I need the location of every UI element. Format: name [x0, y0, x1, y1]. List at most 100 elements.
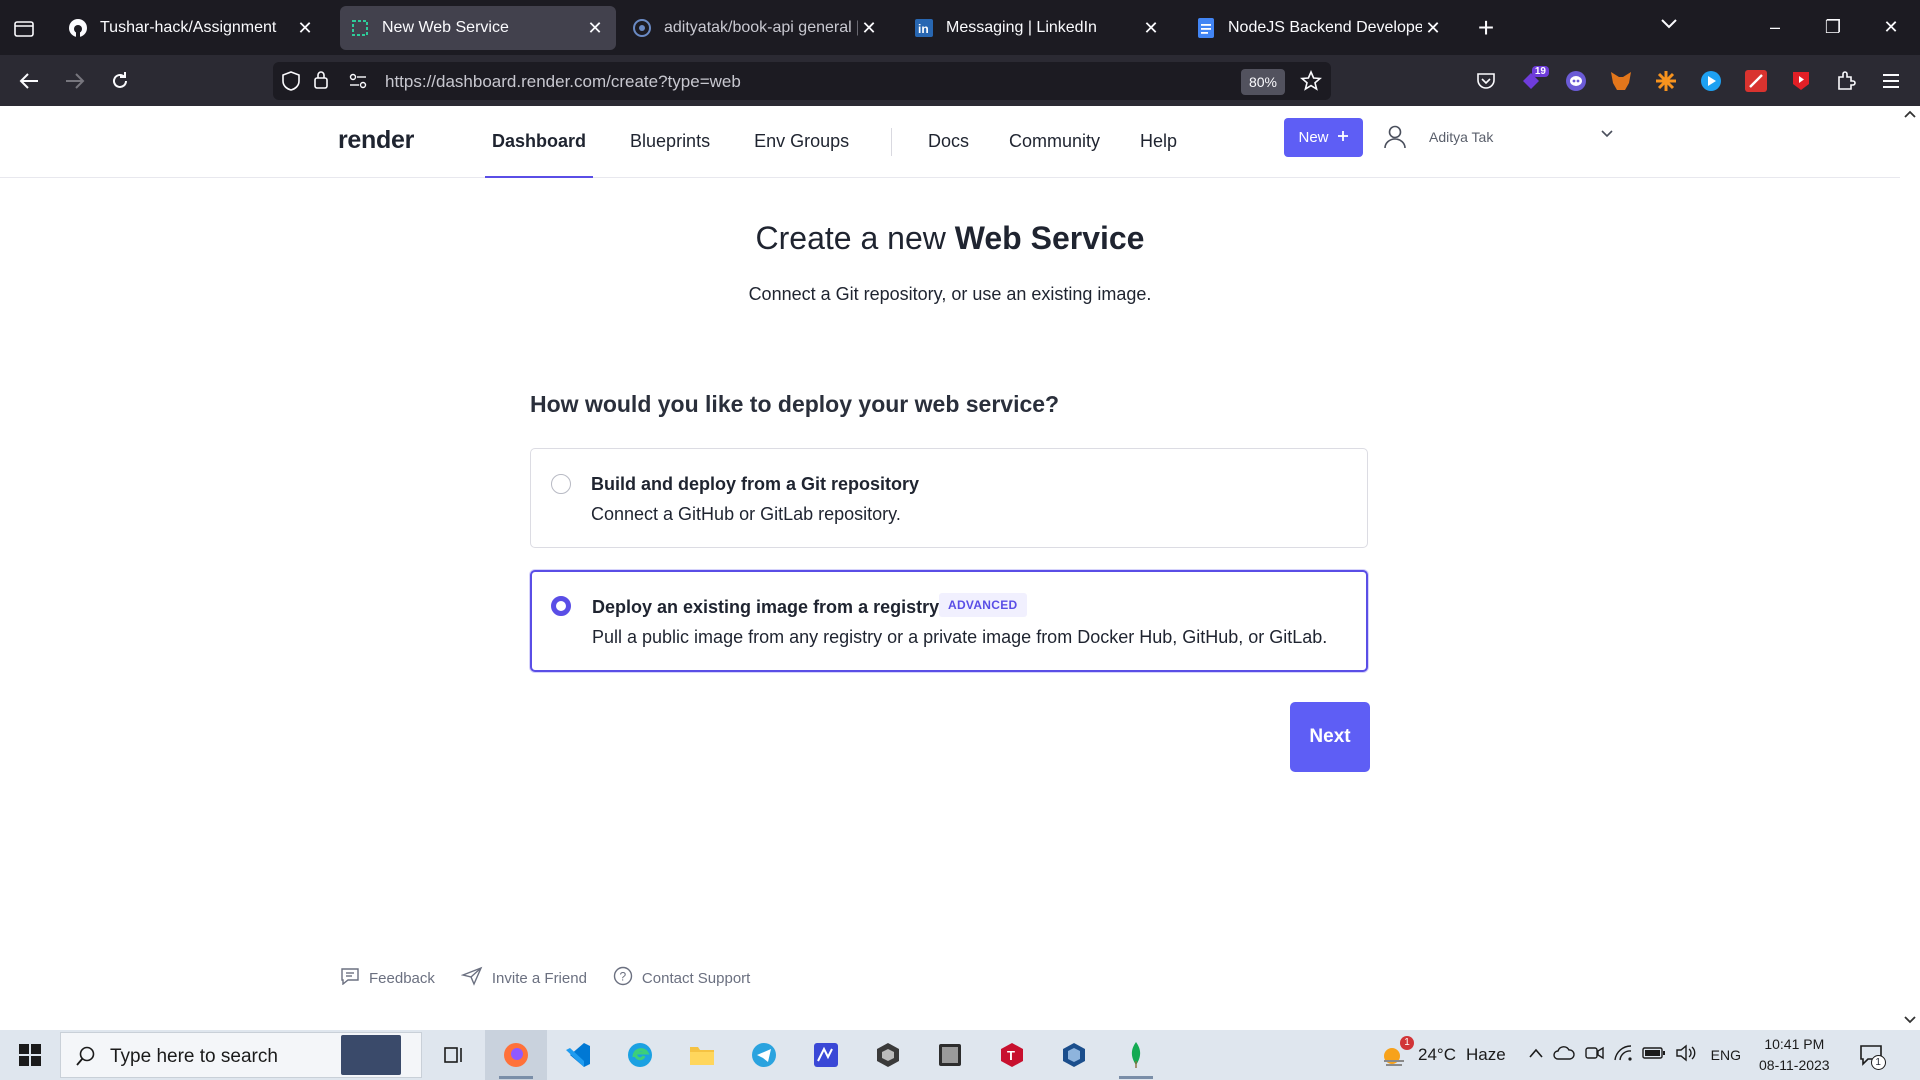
- bookmark-star-icon[interactable]: [1300, 69, 1322, 97]
- nav-dashboard[interactable]: Dashboard: [485, 106, 594, 178]
- user-menu[interactable]: Aditya Tak: [1382, 120, 1622, 156]
- close-icon[interactable]: ✕: [584, 17, 606, 39]
- page-title: Create a new Web Service: [0, 220, 1900, 257]
- terminal-app-icon[interactable]: [919, 1030, 981, 1080]
- restore-icon[interactable]: ❐: [1804, 0, 1862, 55]
- reload-icon[interactable]: [103, 64, 137, 98]
- invite-label: Invite a Friend: [491, 969, 587, 987]
- window-close-icon[interactable]: ✕: [1862, 0, 1920, 55]
- close-icon[interactable]: ✕: [858, 17, 880, 39]
- chevron-down-icon: [1600, 126, 1614, 145]
- wifi-icon[interactable]: [1613, 1044, 1633, 1067]
- meet-now-icon[interactable]: [1584, 1044, 1604, 1067]
- weather-alert-badge: 1: [1400, 1036, 1414, 1050]
- taskbar-clock[interactable]: 10:41 PM 08-11-2023: [1759, 1034, 1830, 1076]
- math-app-icon[interactable]: [795, 1030, 857, 1080]
- contact-support-link[interactable]: ? Contact Support: [613, 966, 750, 990]
- telegram-icon[interactable]: [733, 1030, 795, 1080]
- shield-icon[interactable]: [281, 70, 301, 97]
- extension-toolbar: 19: [1468, 64, 1909, 98]
- weather-widget[interactable]: 1 24°C Haze: [1380, 1036, 1506, 1068]
- zoom-level-badge[interactable]: 80%: [1241, 69, 1285, 95]
- next-button[interactable]: Next: [1290, 702, 1370, 772]
- url-text[interactable]: https://dashboard.render.com/create?type…: [385, 72, 741, 92]
- pen-extension-icon[interactable]: [1738, 64, 1774, 98]
- edge-icon[interactable]: [609, 1030, 671, 1080]
- page-subtitle: Connect a Git repository, or use an exis…: [748, 284, 1152, 304]
- svg-text:T: T: [1007, 1048, 1015, 1063]
- menu-hamburger-icon[interactable]: [1873, 64, 1909, 98]
- window-controls: – ❐ ✕: [1746, 0, 1920, 55]
- mongodb-icon[interactable]: [1105, 1030, 1167, 1080]
- red-t-app-icon[interactable]: T: [981, 1030, 1043, 1080]
- ghost-extension-icon[interactable]: [1558, 64, 1594, 98]
- onedrive-cloud-icon[interactable]: [1552, 1045, 1575, 1066]
- task-view-icon[interactable]: [423, 1030, 485, 1080]
- radio-git-repository[interactable]: [551, 474, 571, 494]
- lock-icon[interactable]: [313, 70, 329, 95]
- extension-badge-icon[interactable]: 19: [1513, 64, 1549, 98]
- tab-list-icon[interactable]: [6, 12, 42, 44]
- volume-icon[interactable]: [1675, 1044, 1697, 1067]
- tab-docker[interactable]: adityatak/book-api general | D ✕: [622, 6, 890, 50]
- tab-title: Tushar-hack/Assignment: [100, 19, 277, 36]
- file-explorer-icon[interactable]: [671, 1030, 733, 1080]
- unity-icon[interactable]: [857, 1030, 919, 1080]
- windows-start-icon[interactable]: [10, 1039, 50, 1071]
- support-label: Contact Support: [641, 969, 751, 987]
- back-arrow-icon[interactable]: [12, 64, 46, 98]
- feedback-link[interactable]: Feedback: [340, 966, 435, 990]
- system-tray: 1 24°C Haze ENG 10:41 PM 08-11-2023 1: [1380, 1030, 1888, 1080]
- nav-docs[interactable]: Docs: [928, 106, 969, 177]
- scroll-up-icon[interactable]: [1904, 108, 1916, 120]
- option-existing-image[interactable]: Deploy an existing image from a registry…: [530, 570, 1368, 672]
- metamask-fox-icon[interactable]: [1603, 64, 1639, 98]
- svg-text:?: ?: [619, 970, 626, 984]
- firefox-icon[interactable]: [485, 1030, 547, 1080]
- radio-existing-image[interactable]: [551, 596, 571, 616]
- nav-blueprints[interactable]: Blueprints: [623, 106, 717, 177]
- tab-nodejs-doc[interactable]: NodeJS Backend Developer Ch ✕: [1186, 6, 1454, 50]
- vscode-icon[interactable]: [547, 1030, 609, 1080]
- close-icon[interactable]: ✕: [1422, 17, 1444, 39]
- chevron-up-icon[interactable]: [1528, 1046, 1544, 1064]
- github-icon: [68, 18, 88, 38]
- nav-help[interactable]: Help: [1140, 106, 1177, 177]
- svg-text:in: in: [918, 22, 929, 36]
- address-bar[interactable]: https://dashboard.render.com/create?type…: [273, 62, 1331, 100]
- close-icon[interactable]: ✕: [294, 17, 316, 39]
- close-icon[interactable]: ✕: [1140, 17, 1162, 39]
- taskbar-apps: T: [423, 1030, 1167, 1080]
- youtube-extension-icon[interactable]: [1783, 64, 1819, 98]
- tab-new-web-service[interactable]: New Web Service ✕: [340, 6, 616, 50]
- permissions-icon[interactable]: [349, 73, 367, 94]
- notification-center-icon[interactable]: 1: [1854, 1038, 1888, 1072]
- app-header: render Dashboard Blueprints Env Groups D…: [0, 106, 1900, 178]
- tab-github[interactable]: Tushar-hack/Assignment ✕: [58, 6, 326, 50]
- extensions-puzzle-icon[interactable]: [1828, 64, 1864, 98]
- minimize-icon[interactable]: –: [1746, 0, 1804, 55]
- option-description: Pull a public image from any registry or…: [592, 627, 1328, 647]
- forward-arrow-icon[interactable]: [58, 64, 92, 98]
- taskbar-search[interactable]: Type here to search: [60, 1032, 422, 1078]
- linkedin-icon: in: [914, 18, 934, 38]
- pocket-icon[interactable]: [1468, 64, 1504, 98]
- battery-icon[interactable]: [1641, 1046, 1666, 1065]
- nav-community[interactable]: Community: [1009, 106, 1100, 177]
- video-speed-icon[interactable]: [1693, 64, 1729, 98]
- nav-env-groups[interactable]: Env Groups: [747, 106, 856, 177]
- scroll-down-icon[interactable]: [1904, 1014, 1916, 1026]
- option-git-repository[interactable]: Build and deploy from a Git repository C…: [530, 448, 1368, 548]
- page-scrollbar[interactable]: [1900, 106, 1920, 1030]
- deploy-question: How would you like to deploy your web se…: [530, 391, 1060, 417]
- invite-friend-link[interactable]: Invite a Friend: [460, 966, 587, 990]
- new-button[interactable]: New: [1284, 118, 1363, 157]
- new-tab-plus-icon[interactable]: +: [1470, 12, 1502, 44]
- tab-linkedin[interactable]: in Messaging | LinkedIn ✕: [904, 6, 1172, 50]
- tab-overflow-chevron-icon[interactable]: [1660, 16, 1686, 40]
- spark-extension-icon[interactable]: [1648, 64, 1684, 98]
- language-indicator[interactable]: ENG: [1711, 1047, 1741, 1063]
- render-logo[interactable]: render: [338, 126, 414, 155]
- clock-time: 10:41 PM: [1764, 1036, 1825, 1052]
- virtualbox-icon[interactable]: [1043, 1030, 1105, 1080]
